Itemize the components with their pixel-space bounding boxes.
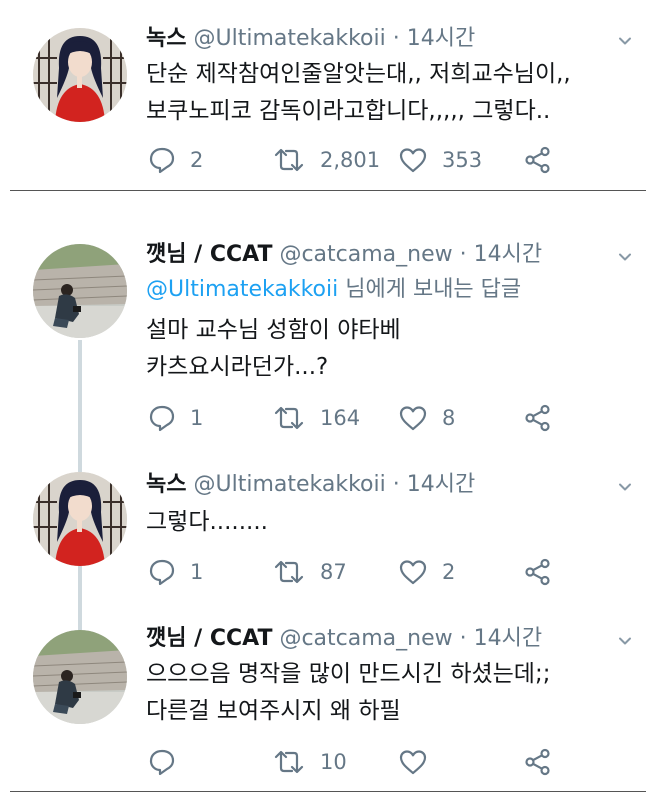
retweet-count: 87 — [320, 560, 347, 584]
like-icon — [398, 404, 428, 432]
tweet-actions: 1 164 8 — [146, 404, 626, 432]
caret-down-icon[interactable] — [618, 34, 632, 48]
tweet[interactable]: 녹스 @Ultimatekakkoii · 14시간 단순 제작참여인줄알앗는대… — [0, 0, 656, 190]
like-count: 353 — [442, 148, 483, 172]
retweet-button[interactable]: 164 — [272, 404, 360, 432]
tweet-text: 으으으음 명작을 많이 만드시긴 하셨는데;; 다른걸 보여주시지 왜 하필 — [146, 656, 616, 730]
share-button[interactable] — [524, 748, 552, 776]
like-button[interactable]: 2 — [398, 558, 455, 586]
like-icon — [398, 146, 428, 174]
retweet-button[interactable]: 2,801 — [272, 146, 380, 174]
display-name[interactable]: 녹스 — [146, 26, 186, 51]
retweet-count: 10 — [320, 750, 347, 774]
share-icon — [524, 558, 552, 586]
tweet-header: 녹스 @Ultimatekakkoii · 14시간 — [146, 470, 616, 500]
avatar[interactable] — [33, 28, 127, 122]
reply-icon — [148, 404, 176, 432]
tweet-header: 녹스 @Ultimatekakkoii · 14시간 — [146, 24, 616, 54]
tweet-text-line: 그렇다........ — [146, 509, 268, 535]
reply-button[interactable]: 1 — [148, 404, 203, 432]
tweet-header: 꺳님 / CCAT @catcama_new · 14시간 — [146, 624, 616, 654]
tweet-text: 단순 제작참여인줄알앗는대,, 저희교수님이,, 보쿠노피코 감독이라고합니다,… — [146, 56, 616, 130]
like-icon — [398, 748, 428, 776]
share-icon — [524, 748, 552, 776]
caret-down-icon[interactable] — [618, 480, 632, 494]
tweet-text-line: 으으으음 명작을 많이 만드시긴 하셨는데;; — [146, 661, 551, 687]
handle-and-time[interactable]: @catcama_new · 14시간 — [279, 626, 542, 651]
mention-link[interactable]: @Ultimatekakkoii — [146, 277, 338, 302]
retweet-count: 164 — [320, 406, 361, 430]
retweet-icon — [272, 748, 306, 776]
reply-context: @Ultimatekakkoii 님에게 보내는 답글 — [146, 274, 616, 306]
retweet-button[interactable]: 10 — [272, 748, 347, 776]
tweet-text-line: 단순 제작참여인줄알앗는대,, 저희교수님이,, — [146, 61, 571, 87]
handle-and-time[interactable]: @catcama_new · 14시간 — [279, 242, 542, 267]
caret-down-icon[interactable] — [618, 250, 632, 264]
reply-icon — [148, 748, 176, 776]
handle-and-time[interactable]: @Ultimatekakkoii · 14시간 — [193, 472, 475, 497]
share-button[interactable] — [524, 558, 552, 586]
tweet-header: 꺳님 / CCAT @catcama_new · 14시간 — [146, 240, 616, 270]
handle-and-time[interactable]: @Ultimatekakkoii · 14시간 — [193, 26, 475, 51]
tweet[interactable]: 꺳님 / CCAT @catcama_new · 14시간 으으으음 명작을 많… — [0, 620, 656, 796]
reply-count: 1 — [190, 406, 204, 430]
like-button[interactable]: 353 — [398, 146, 482, 174]
avatar[interactable] — [33, 472, 127, 566]
avatar[interactable] — [33, 244, 127, 338]
share-icon — [524, 146, 552, 174]
like-count: 2 — [442, 560, 456, 584]
display-name[interactable]: 녹스 — [146, 472, 186, 497]
reply-count: 1 — [190, 560, 204, 584]
divider — [10, 791, 646, 792]
like-button[interactable]: 8 — [398, 404, 455, 432]
display-name[interactable]: 꺳님 / CCAT — [146, 242, 272, 267]
reply-icon — [148, 146, 176, 174]
tweet-text: 설마 교수님 성함이 야타베 카츠요시라던가...? — [146, 312, 616, 386]
like-icon — [398, 558, 428, 586]
tweet[interactable]: 꺳님 / CCAT @catcama_new · 14시간 @Ultimatek… — [0, 230, 656, 450]
retweet-icon — [272, 146, 306, 174]
tweet[interactable]: 녹스 @Ultimatekakkoii · 14시간 그렇다........ 1… — [0, 462, 656, 602]
tweet-actions: 2 2,801 353 — [146, 146, 626, 174]
tweet-text: 그렇다........ — [146, 504, 616, 541]
retweet-button[interactable]: 87 — [272, 558, 347, 586]
reply-context-label: 님에게 보내는 답글 — [338, 277, 522, 302]
like-count: 8 — [442, 406, 456, 430]
display-name[interactable]: 꺳님 / CCAT — [146, 626, 272, 651]
tweet-text-line: 보쿠노피코 감독이라고합니다,,,,, 그렇다.. — [146, 98, 551, 124]
tweet-text-line: 카츠요시라던가...? — [146, 354, 329, 380]
like-button[interactable] — [398, 748, 442, 776]
retweet-icon — [272, 558, 306, 586]
tweet-actions: 1 87 2 — [146, 558, 626, 586]
tweet-text-line: 다른걸 보여주시지 왜 하필 — [146, 698, 401, 724]
share-icon — [524, 404, 552, 432]
reply-icon — [148, 558, 176, 586]
share-button[interactable] — [524, 404, 552, 432]
tweet-actions: 10 — [146, 748, 626, 776]
divider — [10, 190, 646, 191]
caret-down-icon[interactable] — [618, 634, 632, 648]
share-button[interactable] — [524, 146, 552, 174]
reply-count: 2 — [190, 148, 204, 172]
reply-button[interactable]: 2 — [148, 146, 203, 174]
avatar[interactable] — [33, 630, 127, 724]
tweet-text-line: 설마 교수님 성함이 야타베 — [146, 317, 401, 343]
retweet-count: 2,801 — [320, 148, 381, 172]
reply-button[interactable]: 1 — [148, 558, 203, 586]
retweet-icon — [272, 404, 306, 432]
reply-button[interactable] — [148, 748, 190, 776]
